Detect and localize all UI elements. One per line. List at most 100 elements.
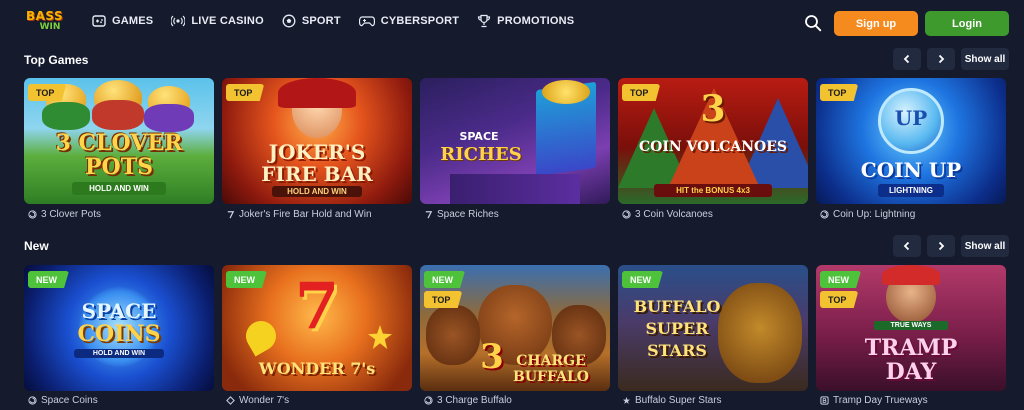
provider-swirl-icon (622, 209, 631, 219)
new-prev-button[interactable] (893, 235, 921, 257)
top-games-next-button[interactable] (927, 48, 955, 70)
game-card-wonder-7s[interactable]: 7 WONDER 7's NEW (222, 265, 412, 391)
nav-cybersport-label: CYBERSPORT (380, 15, 460, 27)
game-card-3-clover-pots[interactable]: 3 CLOVER POTS HOLD AND WIN TOP (24, 78, 214, 204)
top-games-show-all-button[interactable]: Show all (961, 48, 1009, 70)
nav-games[interactable]: GAMES (92, 14, 153, 28)
provider-seven-icon (227, 210, 235, 218)
provider-swirl-icon (424, 395, 433, 405)
nav-cybersport[interactable]: CYBERSPORT (358, 14, 460, 28)
top-header: BASS WIN GAMES LIVE CASINO SPORT CYBERSP… (0, 0, 1024, 46)
new-badge: NEW (28, 271, 69, 288)
game-name: Space Coins (41, 394, 98, 406)
game-card-tramp-day-trueways[interactable]: TRUE WAYS TRAMP DAY NEW TOP (816, 265, 1006, 391)
art-title-line2: RICHES (440, 144, 522, 165)
signup-button[interactable]: Sign up (834, 11, 918, 36)
game-caption-tramp-day-trueways[interactable]: Tramp Day Trueways (820, 393, 928, 407)
provider-seven-icon (425, 210, 433, 218)
game-caption-coin-up-lightning[interactable]: Coin Up: Lightning (820, 207, 915, 221)
game-name: 3 Clover Pots (41, 208, 102, 220)
main-nav: GAMES LIVE CASINO SPORT CYBERSPORT PROMO… (92, 14, 574, 28)
game-caption-wonder-7s[interactable]: Wonder 7's (226, 393, 289, 407)
provider-grid-icon (622, 396, 631, 404)
new-show-all-button[interactable]: Show all (961, 235, 1009, 257)
new-badge: NEW (622, 271, 663, 288)
art-title-line3: DAY (885, 359, 937, 385)
game-caption-jokers-fire-bar[interactable]: Joker's Fire Bar Hold and Win (226, 207, 372, 221)
art-title-line2: COIN UP (860, 158, 962, 182)
nav-sport-label: SPORT (301, 15, 341, 27)
new-next-button[interactable] (927, 235, 955, 257)
bass-win-logo[interactable]: BASS WIN (26, 10, 66, 36)
game-caption-space-coins[interactable]: Space Coins (28, 393, 98, 407)
art-title-line2: TRAMP (864, 335, 958, 361)
chevron-right-icon (938, 241, 945, 251)
top-badge: TOP (226, 84, 265, 101)
top-games-prev-button[interactable] (893, 48, 921, 70)
game-card-3-coin-volcanoes[interactable]: 3 COIN VOLCANOES HIT the BONUS 4x3 TOP (618, 78, 808, 204)
game-card-space-riches[interactable]: SPACE RICHES (420, 78, 610, 204)
provider-swirl-icon (820, 209, 829, 219)
top-badge: TOP (820, 84, 859, 101)
game-caption-buffalo-super-stars[interactable]: Buffalo Super Stars (622, 393, 722, 407)
game-card-jokers-fire-bar[interactable]: JOKER'S FIRE BAR HOLD AND WIN TOP (222, 78, 412, 204)
login-button[interactable]: Login (925, 11, 1009, 36)
game-card-3-charge-buffalo[interactable]: 3 CHARGE BUFFALO NEW TOP (420, 265, 610, 391)
controller-icon (358, 16, 375, 27)
art-subtitle: HIT the BONUS 4x3 (654, 184, 772, 197)
art-title-line1: JOKER'S (268, 140, 366, 164)
game-name: Tramp Day Trueways (833, 394, 928, 406)
logo-line1: BASS (26, 9, 64, 23)
game-card-coin-up-lightning[interactable]: UP COIN UP LIGHTNING TOP (816, 78, 1006, 204)
game-caption-3-coin-volcanoes[interactable]: 3 Coin Volcanoes (622, 207, 713, 221)
chevron-left-icon (903, 241, 910, 251)
logo-line2: WIN (39, 22, 61, 32)
chevron-right-icon (938, 54, 945, 64)
game-name: 3 Charge Buffalo (437, 394, 512, 406)
soccer-ball-icon (282, 14, 296, 28)
game-card-space-coins[interactable]: SPACE COINS HOLD AND WIN NEW (24, 265, 214, 391)
art-subtitle: HOLD AND WIN (272, 186, 362, 197)
provider-swirl-icon (28, 395, 37, 405)
game-card-buffalo-super-stars[interactable]: BUFFALO SUPER STARS NEW (618, 265, 808, 391)
new-badge: NEW (820, 271, 861, 288)
top-badge: TOP (28, 84, 67, 101)
gamepad-icon (92, 15, 106, 27)
nav-promotions[interactable]: PROMOTIONS (477, 14, 574, 28)
art-title-line1: UP (894, 106, 928, 130)
art-title-line1: SPACE (459, 130, 499, 143)
new-badge: NEW (424, 271, 465, 288)
game-name: Joker's Fire Bar Hold and Win (239, 208, 372, 220)
art-subtitle: LIGHTNING (878, 184, 944, 197)
nav-live-casino[interactable]: LIVE CASINO (171, 14, 264, 28)
art-subtitle: HOLD AND WIN (72, 182, 166, 195)
new-badge: NEW (226, 271, 267, 288)
broadcast-icon (171, 15, 186, 27)
game-caption-space-riches[interactable]: Space Riches (424, 207, 499, 221)
art-title-line1: 3 CLOVER (55, 130, 183, 156)
nav-promotions-label: PROMOTIONS (497, 15, 575, 27)
art-title-line2: COINS (77, 321, 161, 347)
art-title-line2: POTS (85, 154, 153, 180)
art-title-line1: BUFFALO (633, 297, 721, 316)
section-title-new: New (24, 239, 49, 253)
art-title-line2: FIRE BAR (261, 162, 373, 186)
nav-live-casino-label: LIVE CASINO (191, 15, 264, 27)
art-title-line1: TRUE WAYS (874, 321, 948, 330)
art-title-line2: WONDER 7's (258, 359, 376, 378)
art-title-line2: CHARGE (516, 353, 586, 369)
game-caption-3-charge-buffalo[interactable]: 3 Charge Buffalo (424, 393, 512, 407)
trophy-icon (478, 14, 491, 28)
game-name: Space Riches (437, 208, 499, 220)
game-caption-3-clover-pots[interactable]: 3 Clover Pots (28, 207, 101, 221)
search-icon[interactable] (804, 14, 822, 32)
nav-sport[interactable]: SPORT (282, 14, 341, 28)
nav-games-label: GAMES (112, 15, 154, 27)
game-name: Buffalo Super Stars (635, 394, 722, 406)
chevron-left-icon (903, 54, 910, 64)
game-name: Coin Up: Lightning (833, 208, 916, 220)
top-badge: TOP (622, 84, 661, 101)
provider-diamond-icon (226, 395, 235, 405)
provider-b-icon (820, 395, 829, 405)
provider-swirl-icon (28, 209, 37, 219)
